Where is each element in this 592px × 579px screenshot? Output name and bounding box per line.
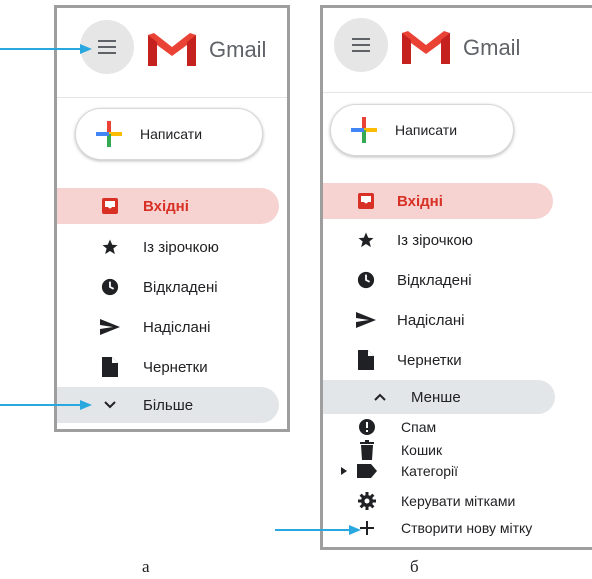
- nav-item-label: Спам: [401, 419, 437, 435]
- caret-right-icon[interactable]: [341, 467, 349, 475]
- nav-item-label: Категорії: [401, 463, 459, 479]
- nav-item-starred[interactable]: Із зірочкою: [323, 222, 553, 258]
- divider: [323, 92, 592, 93]
- arrow-to-create-label-icon: [275, 525, 361, 535]
- hamburger-icon: [352, 38, 370, 52]
- send-icon: [99, 316, 121, 338]
- arrow-to-menu-icon: [0, 44, 92, 54]
- brand-name: Gmail: [463, 35, 521, 60]
- compose-plus-icon: [351, 117, 377, 143]
- gmail-logo-icon: [148, 33, 196, 66]
- nav-item-label: Менше: [411, 388, 461, 406]
- nav-item-label: Вхідні: [397, 192, 443, 210]
- nav-item-label: Кошик: [401, 442, 443, 458]
- divider: [57, 97, 287, 98]
- nav-item-label: Створити нову мітку: [401, 520, 533, 536]
- nav-item-label: Відкладені: [143, 278, 218, 296]
- compose-plus-icon: [96, 121, 122, 147]
- nav-item-label: Надіслані: [397, 311, 465, 329]
- nav-item-label: Надіслані: [143, 318, 211, 336]
- nav-item-label: Більше: [143, 396, 194, 414]
- nav-item-manage-labels[interactable]: Керувати мітками: [323, 490, 515, 512]
- nav-item-drafts[interactable]: Чернетки: [323, 342, 553, 378]
- nav-item-snoozed[interactable]: Відкладені: [57, 269, 279, 305]
- chevron-up-icon: [369, 386, 391, 408]
- nav-item-inbox[interactable]: Вхідні: [323, 183, 553, 219]
- settings-icon: [357, 491, 377, 511]
- nav-item-snoozed[interactable]: Відкладені: [323, 262, 553, 298]
- compose-label: Написати: [140, 126, 203, 142]
- nav-item-spam[interactable]: Спам: [323, 416, 436, 438]
- arrow-to-more-icon: [0, 400, 92, 410]
- star-icon: [355, 229, 377, 251]
- send-icon: [355, 309, 377, 331]
- brand-name: Gmail: [209, 37, 267, 62]
- hamburger-icon: [98, 40, 116, 54]
- nav-item-label: Із зірочкою: [397, 231, 473, 249]
- gmail-sidebar-collapsed: Gmail Написати Вхідні Із зірочкою Відкла…: [54, 5, 290, 432]
- inbox-icon: [99, 195, 121, 217]
- nav-item-label: Керувати мітками: [401, 493, 516, 509]
- label-icon: [357, 461, 377, 481]
- nav-item-label: Із зірочкою: [143, 238, 219, 256]
- spam-icon: [357, 417, 377, 437]
- nav-item-starred[interactable]: Із зірочкою: [57, 229, 279, 265]
- nav-item-sent[interactable]: Надіслані: [57, 309, 279, 345]
- caption-a: а: [142, 557, 150, 576]
- caption-b: б: [410, 557, 419, 576]
- nav-item-label: Чернетки: [143, 358, 208, 376]
- clock-icon: [355, 269, 377, 291]
- header: Gmail: [323, 8, 592, 96]
- gmail-logo-icon: [402, 31, 450, 64]
- gmail-sidebar-expanded: Gmail Написати Вхідні Із зірочкою Відкла…: [320, 5, 592, 550]
- nav-item-sent[interactable]: Надіслані: [323, 302, 553, 338]
- main-menu-button[interactable]: [334, 18, 388, 72]
- nav-item-label: Відкладені: [397, 271, 472, 289]
- draft-icon: [355, 349, 377, 371]
- clock-icon: [99, 276, 121, 298]
- compose-label: Написати: [395, 122, 458, 138]
- trash-icon: [357, 440, 377, 460]
- nav-item-less[interactable]: Менше: [323, 380, 555, 414]
- nav-item-label: Вхідні: [143, 197, 189, 215]
- compose-button[interactable]: Написати: [75, 108, 263, 160]
- nav-item-inbox[interactable]: Вхідні: [57, 188, 279, 224]
- nav-item-label: Чернетки: [397, 351, 462, 369]
- star-icon: [99, 236, 121, 258]
- draft-icon: [99, 356, 121, 378]
- compose-button[interactable]: Написати: [330, 104, 514, 156]
- chevron-down-icon: [99, 394, 121, 416]
- nav-item-drafts[interactable]: Чернетки: [57, 349, 279, 385]
- inbox-icon: [355, 190, 377, 212]
- nav-item-categories[interactable]: Категорії: [323, 460, 458, 482]
- nav-item-trash[interactable]: Кошик: [323, 439, 442, 461]
